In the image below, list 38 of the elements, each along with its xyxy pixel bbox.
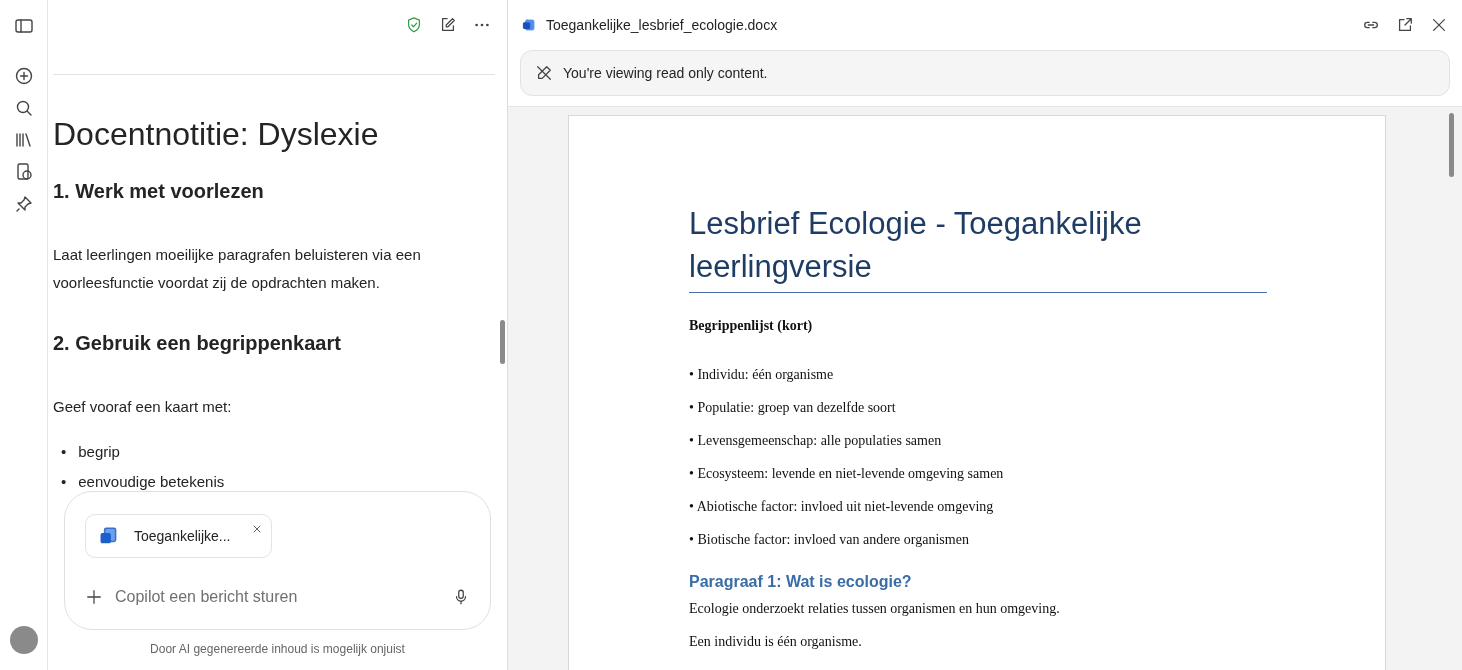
glossary-item: • Individu: één organisme [689,366,835,384]
bullet-marker: • [61,472,67,493]
section-heading: Paragraaf 1: Wat is ecologie? [689,572,913,592]
plus-icon[interactable] [85,588,103,606]
scrollbar-thumb[interactable] [1449,113,1454,177]
glossary-item: • Populatie: groep van dezelfde soort [689,399,897,417]
document-title: Lesbrief Ecologie - Toegankelijke leerlingversie [689,202,1267,293]
edit-icon[interactable] [439,16,457,34]
file-name: Toegankelijke_lesbrief_ecologie.docx [546,15,778,35]
section-heading: 2. Gebruik een begrippenkaart [53,331,342,356]
close-icon[interactable] [1430,16,1448,34]
shield-check-icon[interactable] [405,16,423,34]
glossary-item: • Biotische factor: invloed van andere organismen [689,531,970,549]
glossary-item: • Levensgemeenschap: alle populaties samen [689,432,943,450]
library-icon[interactable] [13,130,34,150]
section-heading: 1. Werk met voorlezen [53,179,265,204]
glossary-heading: Begrippenlijst (kort) [689,317,814,335]
scrollbar-thumb[interactable] [500,320,505,364]
body-text: Een individu is één organisme. [689,633,863,651]
sidebar-toggle-icon[interactable] [13,16,34,36]
ai-disclaimer: Door AI gegenereerde inhoud is mogelijk onjuist [149,641,406,658]
open-external-icon[interactable] [1396,16,1414,34]
glossary-item: • Abiotische factor: invloed uit niet-levende omgeving [689,498,995,516]
paragraph: Geef vooraf een kaart met: [53,397,233,418]
paragraph: Laat leerlingen moeilijke paragrafen beluisteren via een voorleesfunctie voordat zij de opdrachten maken. [53,245,422,294]
add-circle-icon[interactable] [13,66,34,86]
bullet-marker: • [61,442,67,463]
attachment-chip[interactable]: Toegankelijke... [85,514,272,558]
list-item: begrip [78,442,120,463]
user-avatar[interactable] [10,626,38,654]
word-document-icon [522,18,536,32]
attachment-name: Toegankelijke... [134,526,231,546]
body-text: Ecologie onderzoekt relaties tussen organismen en hun omgeving. [689,600,1061,618]
note-title: Docentnotitie: Dyslexie [53,115,380,154]
glossary-item: • Ecosysteem: levende en niet-levende omgeving samen [689,465,1005,483]
pencil-off-icon [535,64,553,82]
list-item: eenvoudige betekenis [78,472,225,493]
banner-message: You're viewing read only content. [563,63,768,83]
